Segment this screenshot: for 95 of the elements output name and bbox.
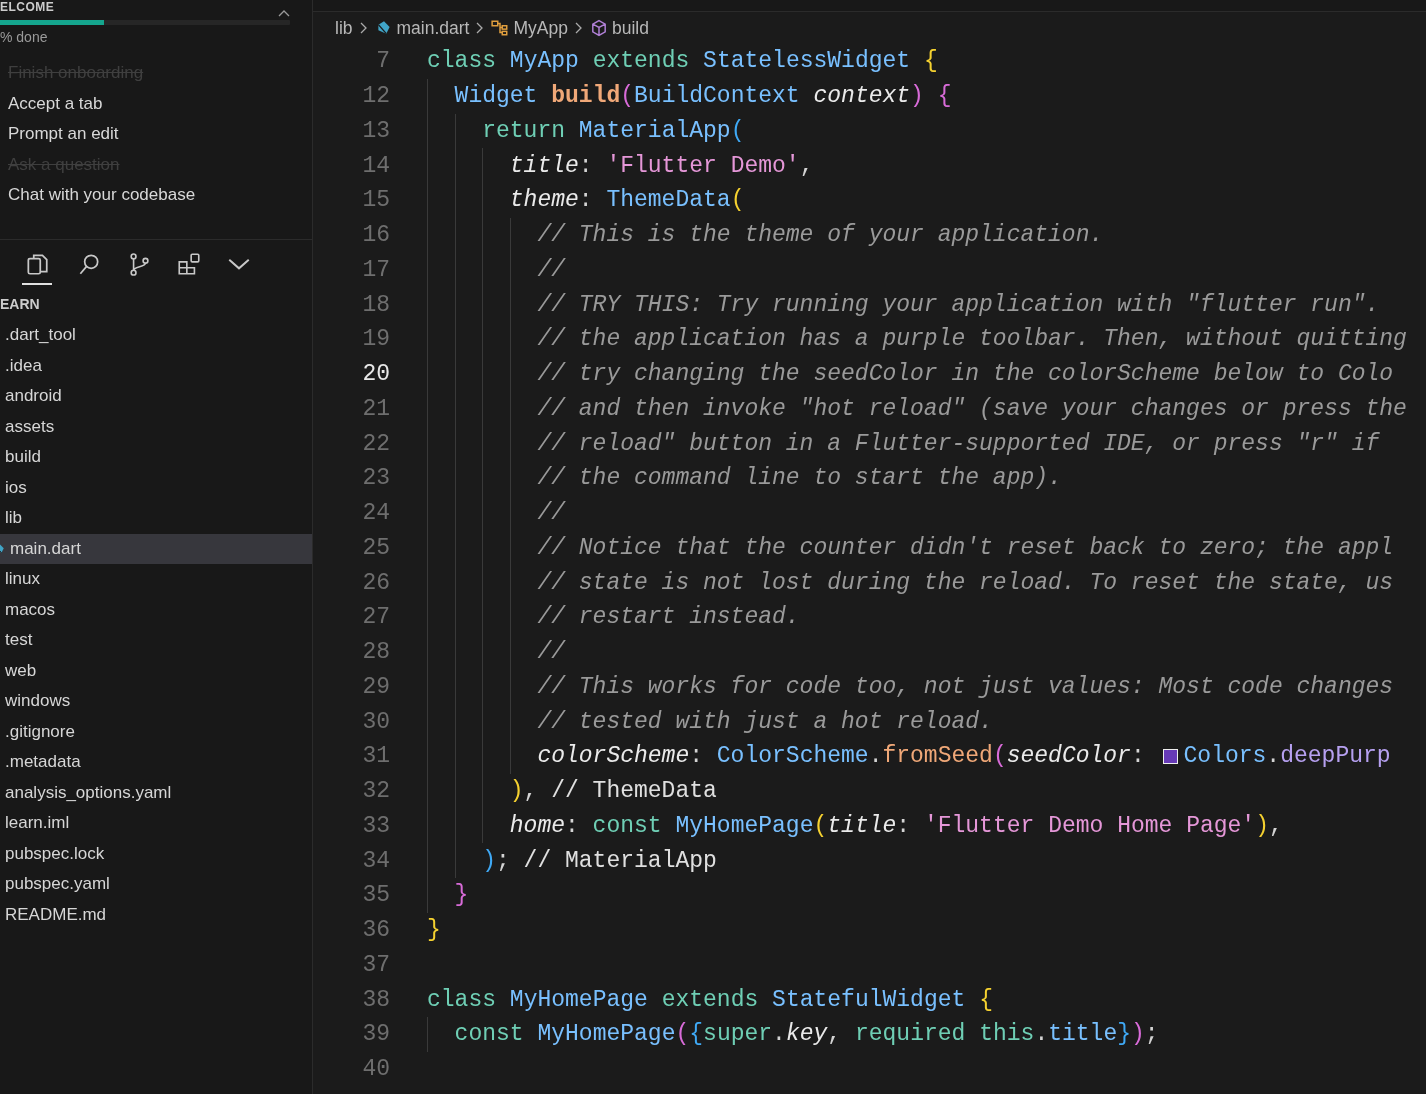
code-comment: // — [537, 256, 565, 283]
file-tree-item[interactable]: .dart_tool — [5, 325, 76, 346]
code-line: } — [427, 917, 441, 944]
code-comment: // tested with just a hot reload. — [537, 708, 993, 735]
extensions-icon[interactable] — [176, 251, 202, 277]
breadcrumb-item[interactable]: MyApp — [513, 17, 568, 39]
file-tree-item[interactable]: analysis_options.yaml — [5, 782, 172, 803]
code-line: } — [454, 882, 469, 909]
line-number: 26 — [361, 569, 390, 596]
line-number: 15 — [361, 187, 390, 214]
code-comment: // the application has a purple toolbar. Then, without quitting — [537, 326, 1407, 353]
file-tree-item[interactable]: lib — [5, 508, 22, 529]
checklist-item[interactable]: Chat with your codebase — [8, 185, 196, 206]
activity-bar-tab[interactable] — [22, 251, 52, 285]
progress-label: % done — [0, 29, 48, 45]
line-number: 35 — [361, 882, 390, 909]
code-comment: // — [537, 639, 565, 666]
file-tree-item[interactable]: assets — [5, 416, 55, 437]
code-comment: // Notice that the counter didn't reset back to zero; the appl — [537, 534, 1394, 561]
files-icon[interactable] — [24, 251, 50, 277]
code-comment: // the command line to start the app). — [537, 465, 1062, 492]
code-comment: // TRY THIS: Try running your application with "flutter run". — [537, 291, 1380, 318]
code-line: return MaterialApp( — [482, 117, 745, 144]
code-line: class MyApp extends StatelessWidget { — [427, 48, 938, 75]
file-tree-item[interactable]: .idea — [5, 355, 42, 376]
line-number: 22 — [361, 430, 390, 457]
line-number: 27 — [361, 604, 390, 631]
file-tree-item[interactable]: macos — [5, 599, 56, 620]
file-tree-item[interactable]: README.md — [5, 904, 107, 925]
code-line: Colors.deepPurp — [1183, 743, 1391, 770]
code-line: home: const MyHomePage(title: 'Flutter Demo Home Page'), — [509, 812, 1283, 839]
line-number: 14 — [361, 152, 390, 179]
code-line: ); // MaterialApp — [482, 847, 717, 874]
file-tree-item[interactable]: build — [5, 447, 41, 468]
file-tree-item[interactable]: .metadata — [5, 752, 81, 773]
file-tree-item[interactable]: pubspec.yaml — [5, 874, 110, 895]
line-number: 16 — [361, 222, 390, 249]
line-number: 12 — [361, 83, 390, 110]
chevron-up-icon[interactable] — [278, 9, 290, 17]
code-comment: // This works for code too, not just values: Most code changes — [537, 673, 1394, 700]
line-number: 7 — [375, 48, 390, 75]
code-comment: // try changing the seedColor in the colorScheme below to Colo — [537, 361, 1394, 388]
line-number: 39 — [361, 1021, 390, 1048]
line-number: 21 — [361, 395, 390, 422]
checklist-item[interactable]: Prompt an edit — [8, 124, 119, 145]
line-number: 29 — [361, 673, 390, 700]
file-tree-item[interactable]: test — [5, 630, 33, 651]
line-number: 34 — [361, 847, 390, 874]
file-tree-item[interactable]: .gitignore — [5, 721, 75, 742]
line-number: 37 — [361, 951, 390, 978]
line-number: 36 — [361, 917, 390, 944]
file-tree-item[interactable]: windows — [5, 691, 71, 712]
line-number: 19 — [361, 326, 390, 353]
code-comment: // reload" button in a Flutter-supported IDE, or press "r" if — [537, 430, 1380, 457]
file-tree-item[interactable]: learn.iml — [5, 813, 70, 834]
file-tree-item[interactable]: pubspec.lock — [5, 843, 105, 864]
code-line: ), // ThemeData — [509, 778, 717, 805]
file-tree-item[interactable]: android — [5, 386, 62, 407]
line-number: 28 — [361, 639, 390, 666]
code-line: class MyHomePage extends StatefulWidget { — [427, 986, 993, 1013]
code-line: title: 'Flutter Demo', — [509, 152, 814, 179]
explorer-title: EARN — [0, 296, 40, 312]
line-number: 17 — [361, 256, 390, 283]
breadcrumb-item[interactable]: build — [611, 17, 649, 39]
file-tree-item[interactable]: ios — [5, 477, 27, 498]
breadcrumb-item[interactable]: lib — [335, 17, 353, 39]
line-number: 24 — [361, 500, 390, 527]
line-number: 23 — [361, 465, 390, 492]
panel-title: ELCOME — [0, 0, 55, 14]
code-line: const MyHomePage({super.key, required this.title}); — [454, 1021, 1159, 1048]
file-tree-item[interactable]: main.dart — [0, 533, 312, 564]
line-number: 18 — [361, 291, 390, 318]
code-line: colorScheme: ColorScheme.fromSeed(seedColor: — [537, 743, 1146, 770]
code-comment: // restart instead. — [537, 604, 800, 631]
line-number: 38 — [361, 986, 390, 1013]
line-number: 20 — [361, 361, 390, 388]
file-tree-item[interactable]: web — [5, 660, 37, 681]
code-comment: // and then invoke "hot reload" (save your changes or press the — [537, 395, 1407, 422]
code-comment: // state is not lost during the reload. To reset the state, us — [537, 569, 1394, 596]
line-number: 32 — [361, 778, 390, 805]
code-comment: // This is the theme of your application. — [537, 222, 1104, 249]
line-number: 31 — [361, 743, 390, 770]
line-number: 25 — [361, 534, 390, 561]
class-icon — [491, 19, 510, 37]
code-comment: // — [537, 500, 565, 527]
file-tree-item[interactable]: linux — [5, 569, 40, 590]
code-line: theme: ThemeData( — [509, 187, 745, 214]
code-line: Widget build(BuildContext context) { — [454, 83, 952, 110]
line-number: 30 — [361, 708, 390, 735]
line-number: 33 — [361, 812, 390, 839]
line-number: 13 — [361, 117, 390, 144]
cube-icon — [589, 19, 608, 37]
breadcrumb-item[interactable]: main.dart — [396, 17, 470, 39]
line-number: 40 — [361, 1056, 390, 1083]
checklist-item[interactable]: Accept a tab — [8, 93, 103, 115]
